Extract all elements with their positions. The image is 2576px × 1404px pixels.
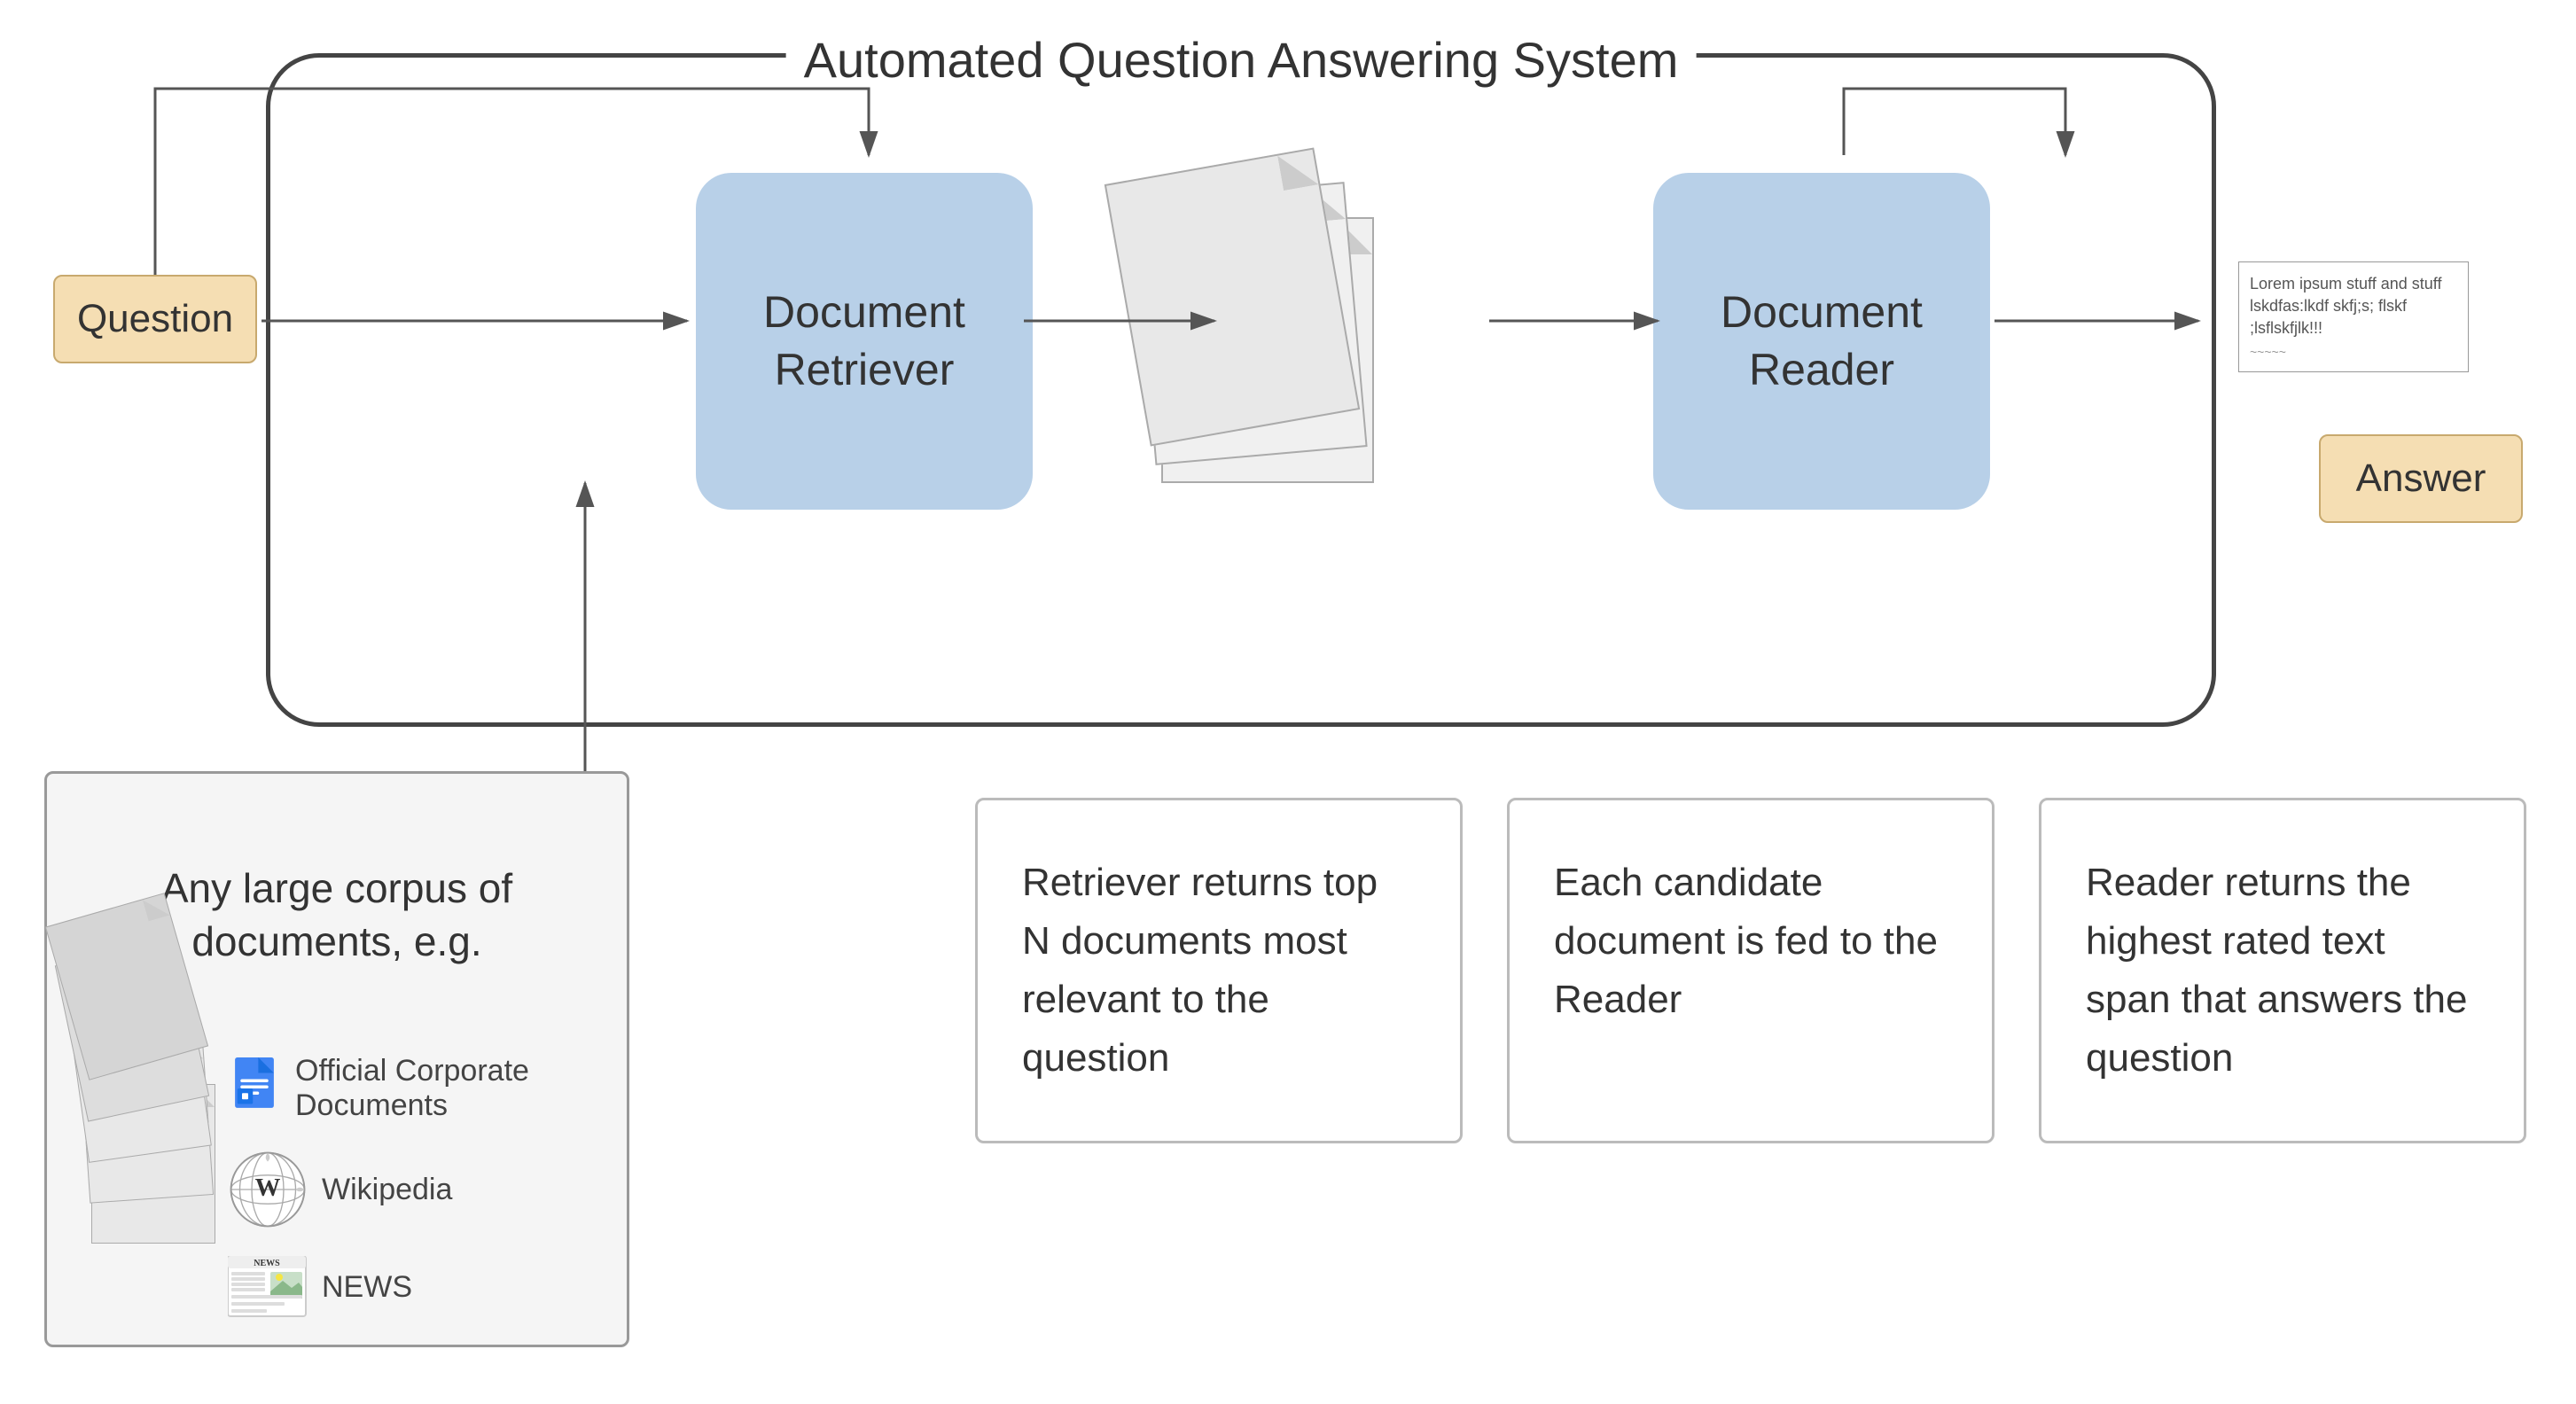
mini-doc-1 [45, 893, 208, 1080]
wikipedia-icon: W [228, 1150, 308, 1229]
corpus-item-news-label: NEWS [322, 1270, 412, 1305]
retriever-description-text: Retriever returns top N documents most r… [1022, 861, 1378, 1080]
doc-page-1 [1105, 147, 1360, 446]
svg-text:NEWS: NEWS [254, 1259, 280, 1268]
corpus-item-wikipedia: W Wikipedia [228, 1150, 609, 1229]
mini-docs-stack [65, 818, 224, 1306]
corpus-item-news: NEWS NEWS [228, 1256, 609, 1318]
question-box: Question [53, 275, 257, 363]
corpus-box: Any large corpus of documents, e.g. Offi [44, 771, 629, 1347]
corpus-item-docs: Official CorporateDocuments [228, 1054, 609, 1123]
answer-label: Answer [2356, 456, 2486, 501]
system-box: Automated Question Answering System Docu… [266, 53, 2216, 727]
lorem-text: Lorem ipsum stuff and stuff lskdfas:lkdf… [2250, 275, 2441, 337]
document-retriever-box: DocumentRetriever [696, 173, 1033, 510]
reader-description-box: Reader returns the highest rated text sp… [2039, 798, 2526, 1143]
system-title: Automated Question Answering System [786, 31, 1697, 89]
corpus-items: Official CorporateDocuments W [228, 1054, 609, 1318]
corpus-item-wikipedia-label: Wikipedia [322, 1173, 452, 1207]
retriever-description-box: Retriever returns top N documents most r… [975, 798, 1463, 1143]
description-boxes: Retriever returns top N documents most r… [975, 798, 2526, 1143]
main-container: Automated Question Answering System Docu… [0, 0, 2576, 1404]
lorem-text-box: Lorem ipsum stuff and stuff lskdfas:lkdf… [2238, 261, 2469, 372]
candidate-description-box: Each candidate document is fed to the Re… [1507, 798, 1994, 1143]
question-label: Question [77, 297, 233, 341]
reader-description-text: Reader returns the highest rated text sp… [2086, 861, 2467, 1080]
retriever-label: DocumentRetriever [763, 284, 965, 399]
google-docs-icon [228, 1057, 281, 1119]
candidate-description-text: Each candidate document is fed to the Re… [1554, 861, 1938, 1021]
document-reader-box: DocumentReader [1653, 173, 1990, 510]
news-icon: NEWS [228, 1256, 308, 1318]
svg-text:W: W [255, 1174, 281, 1202]
reader-label: DocumentReader [1721, 284, 1923, 399]
documents-stack [1108, 146, 1374, 536]
corpus-item-docs-label: Official CorporateDocuments [295, 1054, 529, 1123]
answer-box: Answer [2319, 434, 2523, 523]
